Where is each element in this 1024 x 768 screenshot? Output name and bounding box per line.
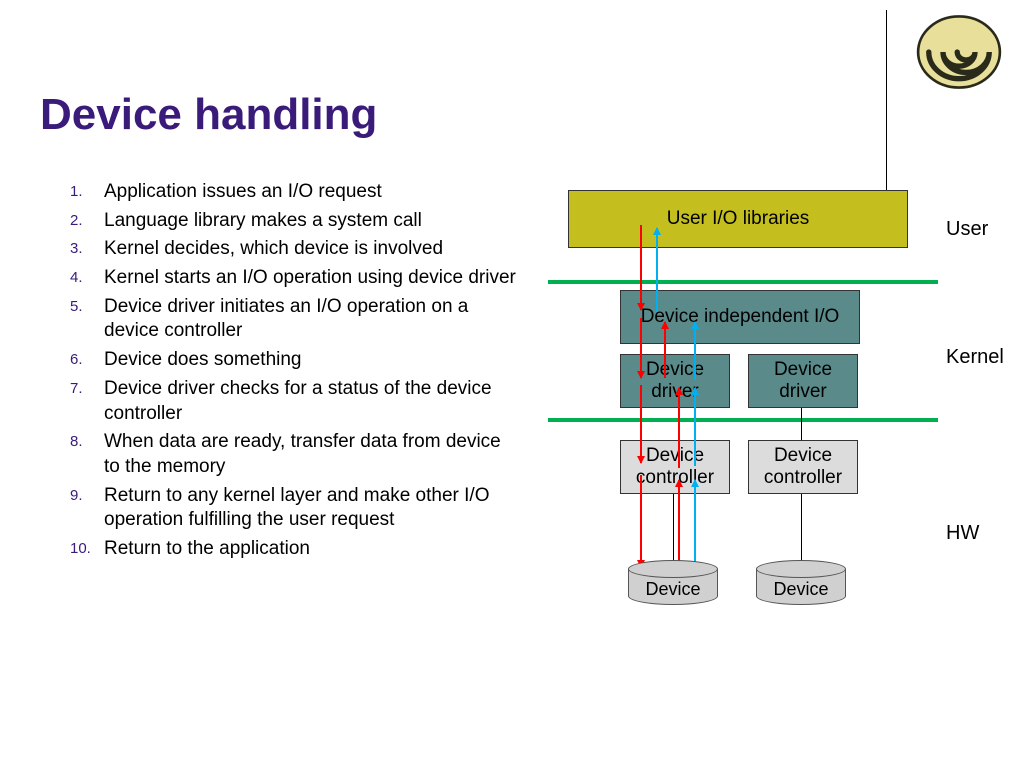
list-item: 10.Return to the application xyxy=(70,537,520,562)
steps-list: 1.Application issues an I/O request 2.La… xyxy=(70,180,520,566)
box-device-driver-1: Device driver xyxy=(620,354,730,408)
boundary-user-kernel xyxy=(548,280,938,284)
arrow-up-icon xyxy=(694,480,696,566)
slide-title: Device handling xyxy=(40,90,377,140)
list-item: 6.Device does something xyxy=(70,348,520,373)
arrow-up-icon xyxy=(656,228,658,312)
list-item: 3.Kernel decides, which device is involv… xyxy=(70,237,520,262)
list-item: 2.Language library makes a system call xyxy=(70,209,520,234)
list-item: 7.Device driver checks for a status of t… xyxy=(70,377,520,426)
boundary-kernel-hw xyxy=(548,418,938,422)
arrow-up-icon xyxy=(678,480,680,568)
arrow-up-icon xyxy=(694,388,696,466)
layer-label-hw: HW xyxy=(946,522,979,545)
device-cylinder-2: Device xyxy=(756,560,846,605)
layer-label-user: User xyxy=(946,218,988,241)
arrow-down-icon xyxy=(640,475,642,567)
list-item: 4.Kernel starts an I/O operation using d… xyxy=(70,266,520,291)
list-item: 8.When data are ready, transfer data fro… xyxy=(70,430,520,479)
io-stack-diagram: User I/O libraries Device independent I/… xyxy=(548,190,978,670)
arrow-down-icon xyxy=(640,225,642,310)
device-cylinder-1: Device xyxy=(628,560,718,605)
connector-line xyxy=(801,494,802,560)
layer-label-kernel: Kernel xyxy=(946,346,1004,369)
arrow-down-icon xyxy=(640,385,642,463)
list-item: 9.Return to any kernel layer and make ot… xyxy=(70,484,520,533)
connector-line xyxy=(673,494,674,560)
arrow-up-icon xyxy=(678,388,680,468)
arrow-up-icon xyxy=(664,322,666,378)
arrow-up-icon xyxy=(694,322,696,380)
connector-line xyxy=(801,408,802,440)
separator-line xyxy=(886,10,887,200)
snail-swirl-icon xyxy=(914,12,1004,92)
box-user-io-libraries: User I/O libraries xyxy=(568,190,908,248)
box-device-driver-2: Device driver xyxy=(748,354,858,408)
list-item: 1.Application issues an I/O request xyxy=(70,180,520,205)
arrow-down-icon xyxy=(640,318,642,378)
box-device-controller-2: Device controller xyxy=(748,440,858,494)
list-item: 5.Device driver initiates an I/O operati… xyxy=(70,295,520,344)
